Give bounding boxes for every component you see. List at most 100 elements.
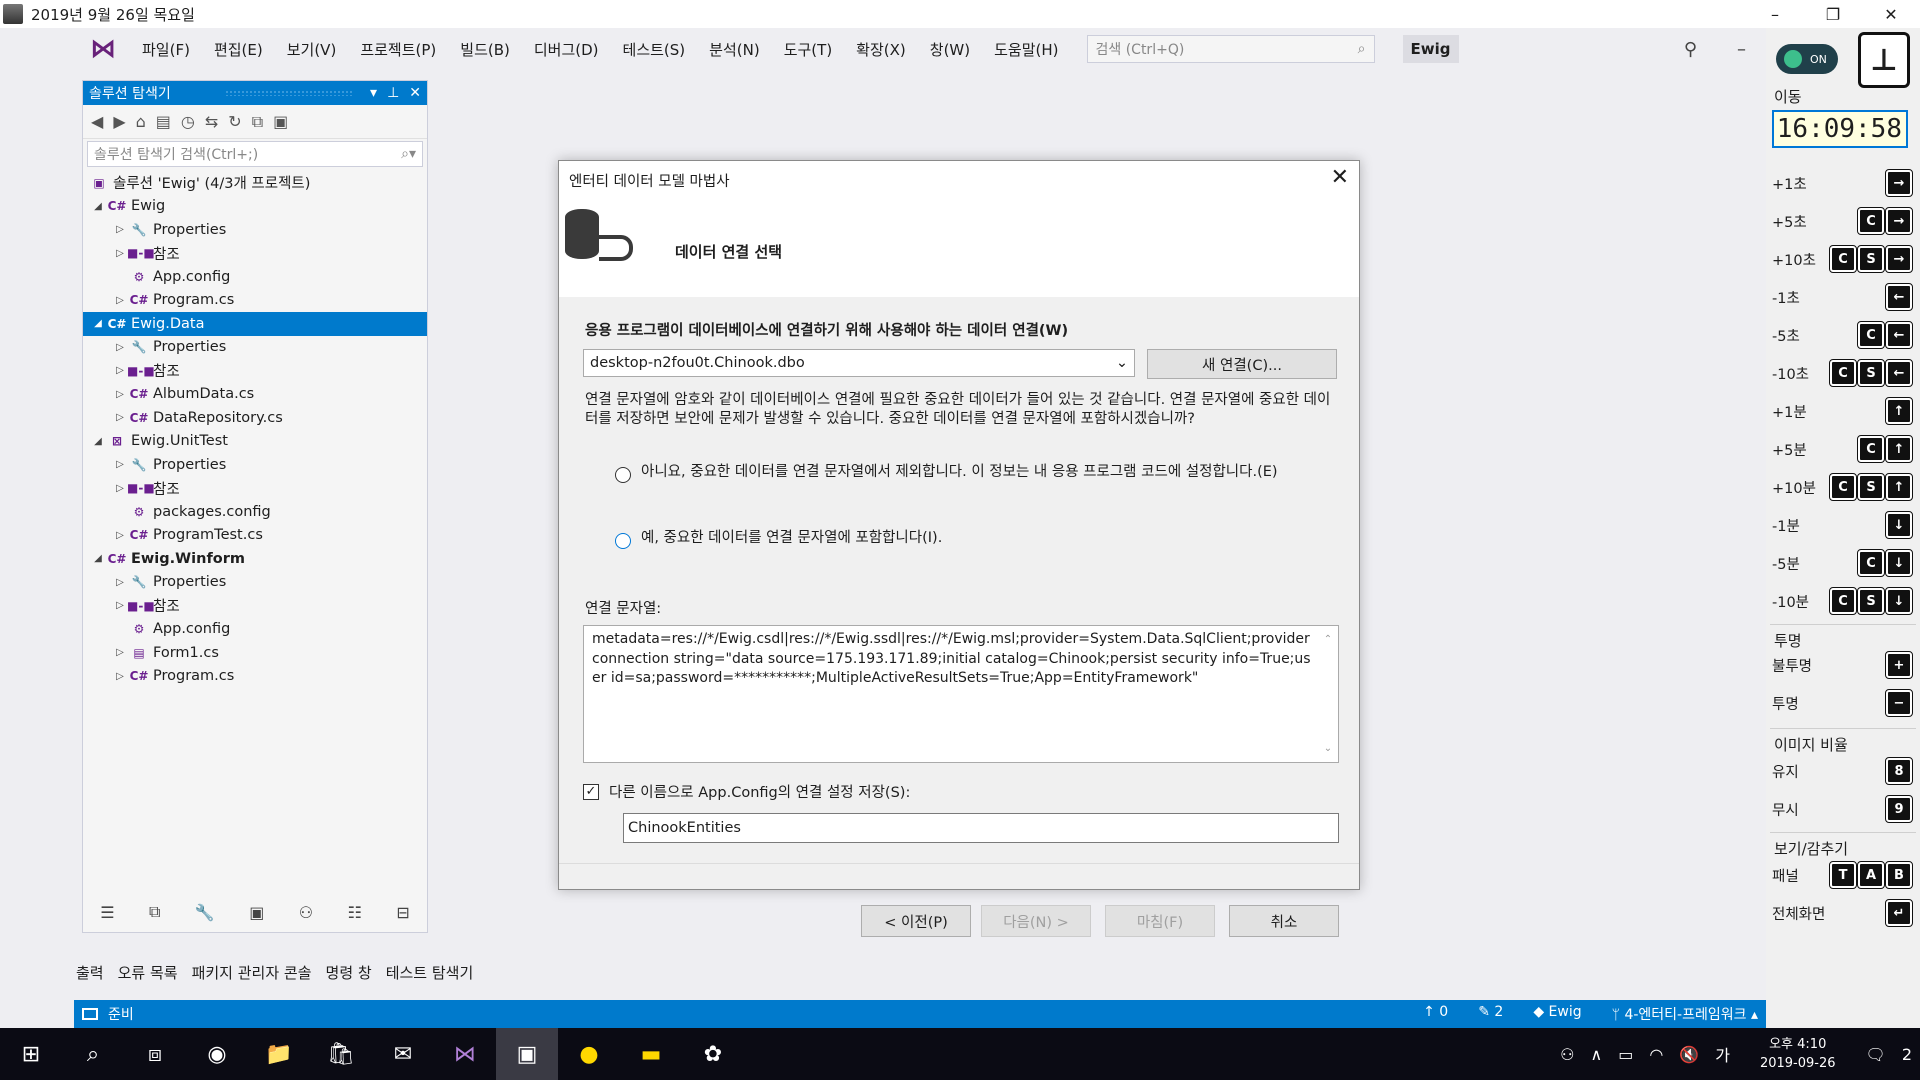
notification-center-icon[interactable]: 🗨 <box>1866 1045 1886 1064</box>
collapse-arrow-icon[interactable]: ▷ <box>113 224 127 235</box>
shortcut-row[interactable]: -10분 C S ↓ <box>1772 586 1913 616</box>
restore-button[interactable]: ❐ <box>1804 0 1862 28</box>
menu-test[interactable]: 테스트(S) <box>611 39 698 60</box>
transparent-row[interactable]: 투명 − <box>1772 688 1913 718</box>
checkbox-checked-icon[interactable]: ✓ <box>583 783 599 800</box>
shortcut-row[interactable]: +1초 → <box>1772 168 1913 198</box>
on-off-toggle[interactable]: ON <box>1776 44 1838 74</box>
shortcut-row[interactable]: +1분 ↑ <box>1772 396 1913 426</box>
panel-close-icon[interactable]: ✕ <box>409 85 421 101</box>
store-icon[interactable]: 🛍 <box>310 1028 372 1080</box>
tab-error-list[interactable]: 오류 목록 <box>118 962 178 988</box>
key-right-icon[interactable]: → <box>1885 245 1913 273</box>
quick-launch-search[interactable]: 검색 (Ctrl+Q) ⌕ <box>1086 35 1375 63</box>
chrome-icon[interactable]: ◉ <box>186 1028 248 1080</box>
shortcut-row[interactable]: +5분 C ↑ <box>1772 434 1913 464</box>
menu-analyze[interactable]: 분석(N) <box>697 39 772 60</box>
switch-view-icon[interactable]: ▤ <box>156 112 171 131</box>
shortcut-row[interactable]: +5초 C → <box>1772 206 1913 236</box>
radio-circle[interactable] <box>615 533 631 549</box>
menu-project[interactable]: 프로젝트(P) <box>348 39 448 60</box>
keep-ratio-row[interactable]: 유지 8 <box>1772 756 1913 786</box>
menu-view[interactable]: 보기(V) <box>275 39 349 60</box>
paint-icon[interactable]: ✿ <box>682 1028 744 1080</box>
menu-window[interactable]: 창(W) <box>918 39 982 60</box>
key-right-icon[interactable]: → <box>1885 207 1913 235</box>
taskbar-clock[interactable]: 오후 4:10 2019-09-26 <box>1760 1035 1836 1073</box>
menu-build[interactable]: 빌드(B) <box>448 39 522 60</box>
key-c[interactable]: C <box>1857 549 1885 577</box>
ignore-ratio-row[interactable]: 무시 9 <box>1772 794 1913 824</box>
tree-node-file[interactable]: ▷ C# Program.cs <box>83 289 427 313</box>
collapse-arrow-icon[interactable]: ▷ <box>113 295 127 306</box>
vertical-scrollbar[interactable]: ⌃ ⌄ <box>1322 630 1334 758</box>
git-changes-tab-icon[interactable]: ⚇ <box>299 903 313 922</box>
collapse-arrow-icon[interactable]: ▷ <box>113 389 127 400</box>
search-icon[interactable]: ⌕ <box>62 1028 124 1080</box>
key-s[interactable]: S <box>1857 359 1885 387</box>
tree-node-file[interactable]: ▷ ▤ Form1.cs <box>83 641 427 665</box>
solution-explorer-tab-icon[interactable]: ☰ <box>100 903 114 922</box>
tree-node-file[interactable]: ▷ C# ProgramTest.cs <box>83 524 427 548</box>
plus-key-icon[interactable]: + <box>1885 651 1913 679</box>
home-icon[interactable]: ⌂ <box>136 112 146 131</box>
tree-node-references[interactable]: ▷ ■-■ 참조 <box>83 242 427 266</box>
sync-icon[interactable]: ⇆ <box>205 112 218 131</box>
expand-arrow-icon[interactable]: ◢ <box>91 436 105 447</box>
tree-node-file[interactable]: ▷ C# DataRepository.cs <box>83 406 427 430</box>
people-icon[interactable]: ⚇ <box>1560 1045 1574 1064</box>
key-c[interactable]: C <box>1857 435 1885 463</box>
tree-node-project[interactable]: ◢ C# Ewig <box>83 195 427 219</box>
expand-arrow-icon[interactable]: ◢ <box>91 318 105 329</box>
dropdown-arrow-icon[interactable]: ▾ <box>370 85 377 101</box>
collapse-arrow-icon[interactable]: ▷ <box>113 342 127 353</box>
status-unpushed-commits[interactable]: ↑ 0 <box>1423 1004 1448 1024</box>
previous-button[interactable]: < 이전(P) <box>861 905 971 937</box>
pin-window-icon[interactable]: ⊥ <box>1858 32 1910 88</box>
expand-arrow-icon[interactable]: ◢ <box>91 553 105 564</box>
menu-file[interactable]: 파일(F) <box>130 39 202 60</box>
enter-key-icon[interactable]: ↵ <box>1885 899 1913 927</box>
tree-node-references[interactable]: ▷ ■-■ 참조 <box>83 477 427 501</box>
photo-app-icon[interactable]: ▣ <box>496 1028 558 1080</box>
cancel-button[interactable]: 취소 <box>1229 905 1339 937</box>
fullscreen-row[interactable]: 전체화면 ↵ <box>1772 898 1913 928</box>
collapse-arrow-icon[interactable]: ▷ <box>113 530 127 541</box>
properties-tab-icon[interactable]: 🔧 <box>195 903 215 922</box>
refresh-icon[interactable]: ↻ <box>228 112 241 131</box>
tree-node-properties[interactable]: ▷ 🔧 Properties <box>83 336 427 360</box>
tree-node-properties[interactable]: ▷ 🔧 Properties <box>83 218 427 242</box>
tree-node-project[interactable]: ◢ ⊠ Ewig.UnitTest <box>83 430 427 454</box>
tree-node-file[interactable]: ⚙ packages.config <box>83 500 427 524</box>
minus-key-icon[interactable]: − <box>1885 689 1913 717</box>
ime-indicator[interactable]: 가 <box>1715 1042 1730 1066</box>
key-9[interactable]: 9 <box>1885 795 1913 823</box>
tree-node-references[interactable]: ▷ ■-■ 참조 <box>83 594 427 618</box>
key-c[interactable]: C <box>1857 207 1885 235</box>
tab-package-manager-console[interactable]: 패키지 관리자 콘솔 <box>192 962 312 988</box>
panel-row[interactable]: 패널 T A B <box>1772 860 1913 890</box>
close-button[interactable]: ✕ <box>1862 0 1920 28</box>
start-button-windows-icon[interactable]: ⊞ <box>0 1028 62 1080</box>
battery-icon[interactable]: ▭ <box>1618 1045 1633 1064</box>
time-display[interactable]: 16:09:58 <box>1772 110 1908 148</box>
collapse-arrow-icon[interactable]: ▷ <box>113 483 127 494</box>
key-left-icon[interactable]: ← <box>1885 321 1913 349</box>
shortcut-row[interactable]: +10초 C S → <box>1772 244 1913 274</box>
collapse-all-icon[interactable]: ⧉ <box>252 112 263 132</box>
key-a[interactable]: A <box>1857 861 1885 889</box>
collapse-arrow-icon[interactable]: ▷ <box>113 248 127 259</box>
key-t[interactable]: T <box>1829 861 1857 889</box>
sticky-app-icon[interactable]: ● <box>558 1028 620 1080</box>
key-down-icon[interactable]: ↓ <box>1885 549 1913 577</box>
collapse-arrow-icon[interactable]: ▷ <box>113 577 127 588</box>
visual-studio-icon[interactable]: ⋈ <box>434 1028 496 1080</box>
tab-output[interactable]: 출력 <box>76 962 104 988</box>
tree-node-project-selected[interactable]: ◢ C# Ewig.Data <box>83 312 427 336</box>
collapse-arrow-icon[interactable]: ▷ <box>113 600 127 611</box>
tree-node-references[interactable]: ▷ ■-■ 참조 <box>83 359 427 383</box>
opaque-row[interactable]: 불투명 + <box>1772 650 1913 680</box>
collapse-arrow-icon[interactable]: ▷ <box>113 365 127 376</box>
key-s[interactable]: S <box>1857 245 1885 273</box>
key-c[interactable]: C <box>1829 359 1857 387</box>
